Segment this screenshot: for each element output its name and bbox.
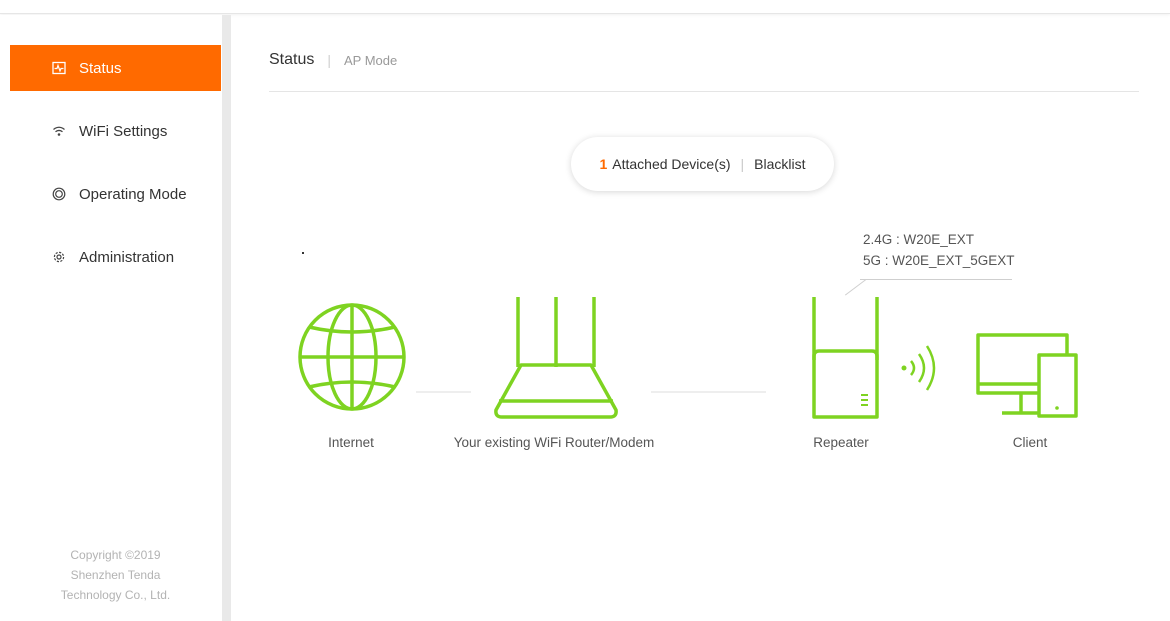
topology-diagram [298,297,1078,419]
wireless-signal-icon [901,345,936,391]
gear-icon [52,250,66,264]
pulse-icon [52,61,66,75]
copyright-line: Copyright ©2019 [70,548,161,562]
sidebar-item-label: Operating Mode [79,185,187,203]
sidebar-item-operating-mode[interactable]: Operating Mode [10,171,221,217]
main-content: Status | AP Mode 1 Attached Device(s) | … [231,15,1170,621]
repeater-icon [812,297,879,419]
sidebar-item-label: Status [79,59,122,77]
sidebar-divider [222,15,231,621]
mode-icon [52,187,66,201]
sidebar-item-wifi-settings[interactable]: WiFi Settings [10,108,221,154]
client-label: Client [1012,435,1048,450]
sidebar-item-label: Administration [79,248,175,266]
repeater-label: Repeater [813,435,869,450]
copyright: Copyright ©2019 Shenzhen Tenda Technolog… [10,545,221,605]
window-top-edge [0,0,1170,14]
sidebar: Status WiFi Settings Operating Mode Admi… [10,15,222,621]
copyright-line: Technology Co., Ltd. [60,588,171,602]
sidebar-item-label: WiFi Settings [79,122,168,140]
copyright-line: Shenzhen Tenda [70,568,161,582]
internet-label: Internet [328,435,374,450]
globe-icon [298,303,406,411]
client-devices-icon [976,333,1078,418]
router-icon [494,297,618,419]
sidebar-item-administration[interactable]: Administration [10,234,221,280]
sidebar-item-status[interactable]: Status [10,45,221,91]
window-left-edge [0,15,10,621]
wifi-icon [52,124,66,138]
router-label: Your existing WiFi Router/Modem [453,435,655,450]
